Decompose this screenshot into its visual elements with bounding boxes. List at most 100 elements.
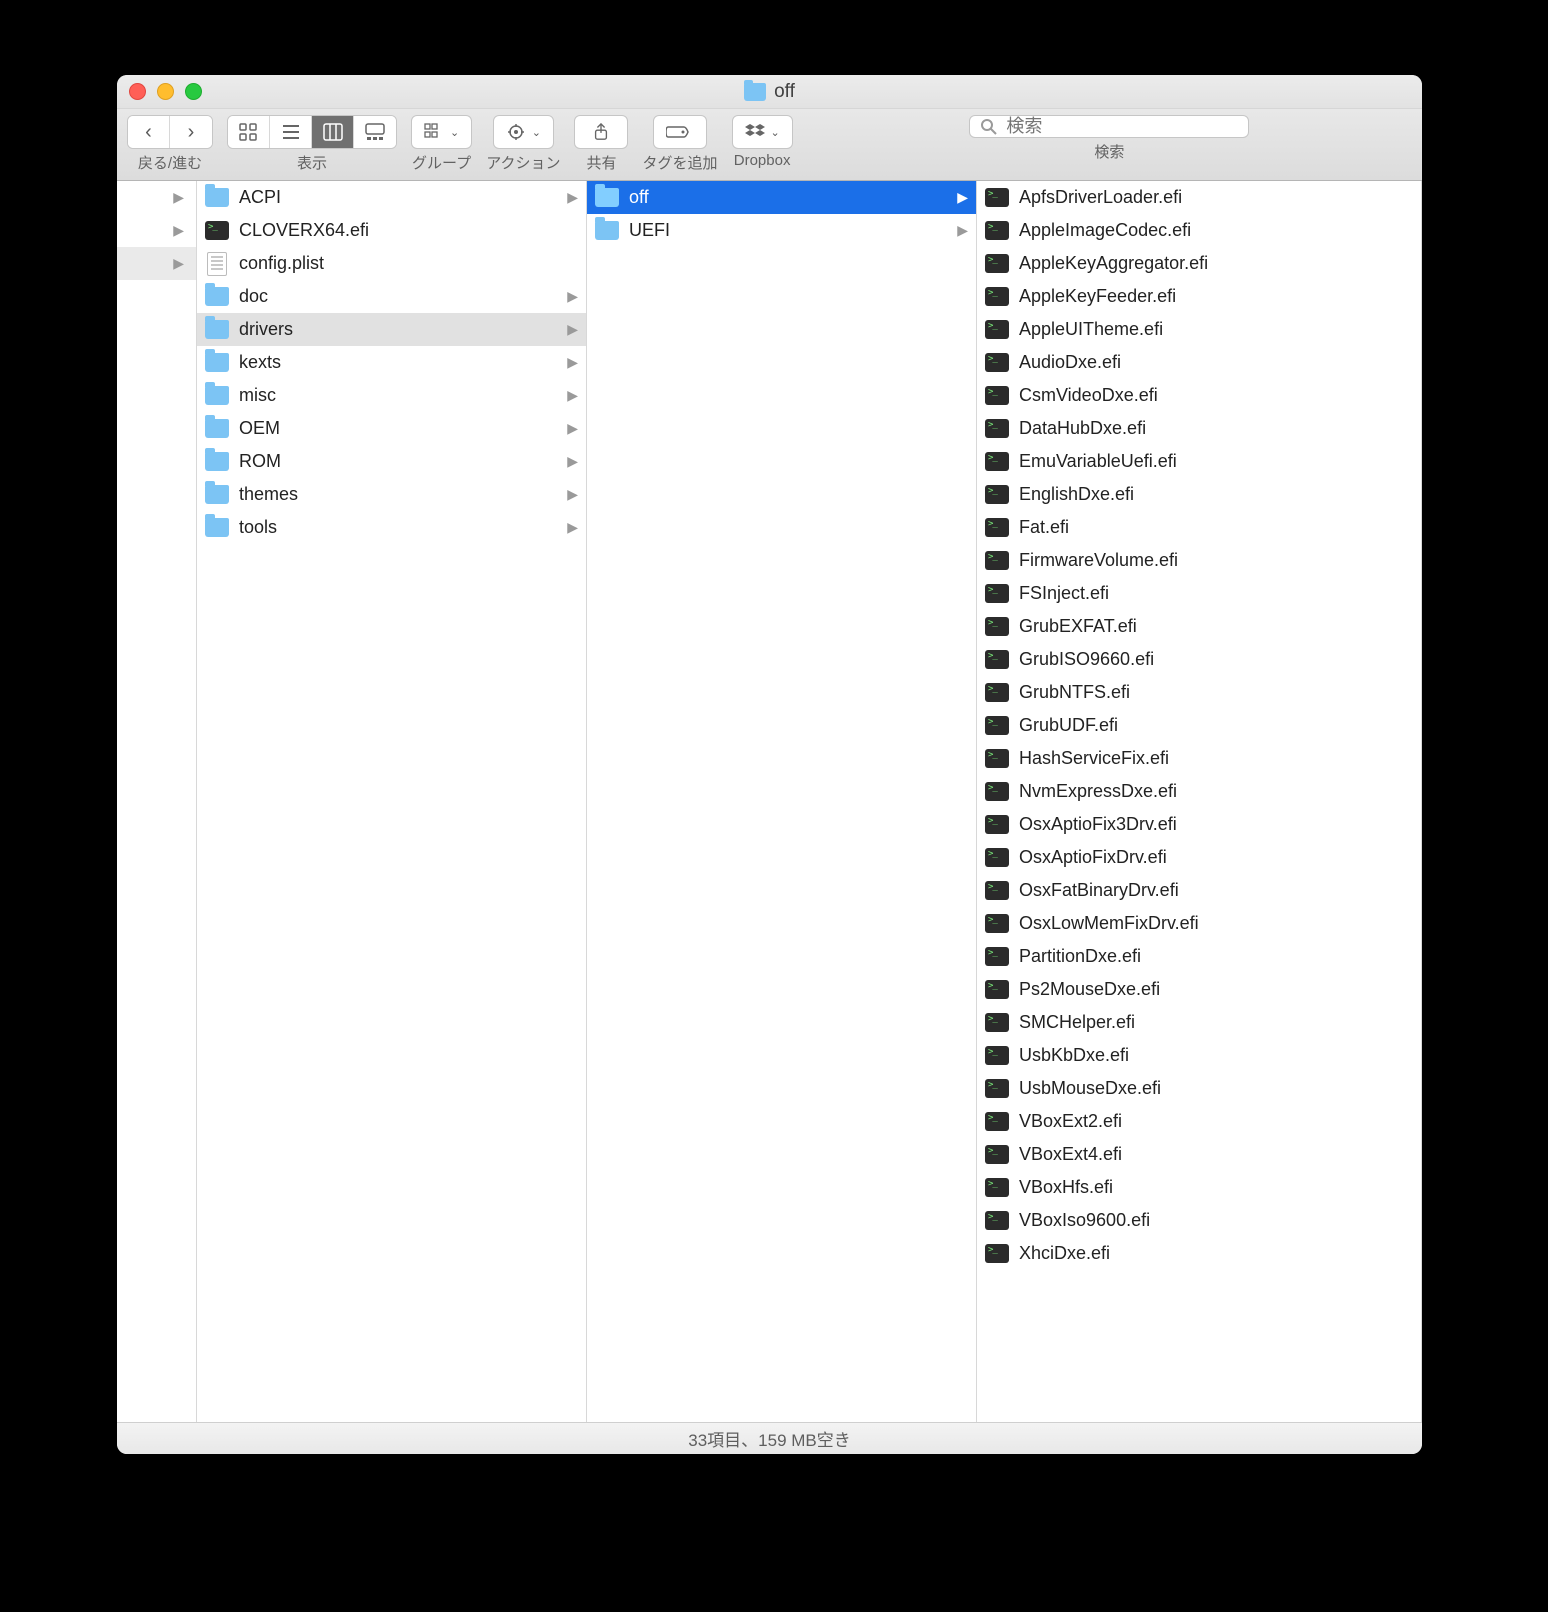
file-row[interactable]: AppleImageCodec.efi — [977, 214, 1421, 247]
file-label: GrubNTFS.efi — [1019, 682, 1130, 703]
file-row[interactable]: SMCHelper.efi — [977, 1006, 1421, 1039]
file-label: misc — [239, 385, 276, 406]
file-label: UEFI — [629, 220, 670, 241]
file-row[interactable]: AudioDxe.efi — [977, 346, 1421, 379]
search-label: 検索 — [1094, 141, 1124, 162]
file-row[interactable]: CsmVideoDxe.efi — [977, 379, 1421, 412]
view-columns-button[interactable] — [312, 116, 354, 148]
file-row[interactable]: VBoxHfs.efi — [977, 1171, 1421, 1204]
parent-row[interactable]: ▶ — [117, 181, 196, 214]
file-row[interactable]: AppleKeyAggregator.efi — [977, 247, 1421, 280]
file-row[interactable]: DataHubDxe.efi — [977, 412, 1421, 445]
file-row[interactable]: GrubISO9660.efi — [977, 643, 1421, 676]
file-label: ACPI — [239, 187, 281, 208]
file-row[interactable]: ACPI▶ — [197, 181, 586, 214]
file-row[interactable]: ROM▶ — [197, 445, 586, 478]
file-row[interactable]: FSInject.efi — [977, 577, 1421, 610]
file-row[interactable]: UsbKbDxe.efi — [977, 1039, 1421, 1072]
file-row[interactable]: Ps2MouseDxe.efi — [977, 973, 1421, 1006]
file-row[interactable]: NvmExpressDxe.efi — [977, 775, 1421, 808]
minimize-button[interactable] — [157, 83, 174, 100]
file-row[interactable]: AppleUITheme.efi — [977, 313, 1421, 346]
back-button[interactable]: ‹ — [128, 116, 170, 148]
file-label: EnglishDxe.efi — [1019, 484, 1134, 505]
action-group: ⌄ アクション — [486, 115, 560, 173]
share-button[interactable] — [574, 115, 628, 149]
file-row[interactable]: XhciDxe.efi — [977, 1237, 1421, 1270]
file-row[interactable]: tools▶ — [197, 511, 586, 544]
file-label: Ps2MouseDxe.efi — [1019, 979, 1160, 1000]
file-row[interactable]: themes▶ — [197, 478, 586, 511]
file-row[interactable]: drivers▶ — [197, 313, 586, 346]
parent-row[interactable]: ▶ — [117, 214, 196, 247]
column-0[interactable]: ▶▶▶ — [117, 181, 197, 1422]
file-row[interactable]: HashServiceFix.efi — [977, 742, 1421, 775]
file-label: OsxAptioFix3Drv.efi — [1019, 814, 1177, 835]
file-row[interactable]: doc▶ — [197, 280, 586, 313]
file-row[interactable]: UsbMouseDxe.efi — [977, 1072, 1421, 1105]
column-3[interactable]: ApfsDriverLoader.efiAppleImageCodec.efiA… — [977, 181, 1422, 1422]
view-icons-button[interactable] — [228, 116, 270, 148]
forward-button[interactable]: › — [170, 116, 212, 148]
file-row[interactable]: PartitionDxe.efi — [977, 940, 1421, 973]
file-label: SMCHelper.efi — [1019, 1012, 1135, 1033]
status-bar: 33項目、159 MB空き — [117, 1422, 1422, 1454]
file-row[interactable]: GrubUDF.efi — [977, 709, 1421, 742]
maximize-button[interactable] — [185, 83, 202, 100]
file-row[interactable]: VBoxExt4.efi — [977, 1138, 1421, 1171]
dropbox-button[interactable]: ⌄ — [732, 115, 793, 149]
file-row[interactable]: OsxLowMemFixDrv.efi — [977, 907, 1421, 940]
file-label: CsmVideoDxe.efi — [1019, 385, 1158, 406]
file-label: ApfsDriverLoader.efi — [1019, 187, 1182, 208]
view-gallery-button[interactable] — [354, 116, 396, 148]
file-row[interactable]: Fat.efi — [977, 511, 1421, 544]
file-row[interactable]: OsxAptioFix3Drv.efi — [977, 808, 1421, 841]
group-button[interactable]: ⌄ — [411, 115, 472, 149]
file-row[interactable]: kexts▶ — [197, 346, 586, 379]
file-label: AudioDxe.efi — [1019, 352, 1121, 373]
file-row[interactable]: OEM▶ — [197, 412, 586, 445]
file-row[interactable]: CLOVERX64.efi — [197, 214, 586, 247]
exec-icon — [985, 1178, 1009, 1197]
file-row[interactable]: UEFI▶ — [587, 214, 976, 247]
view-list-button[interactable] — [270, 116, 312, 148]
column-1[interactable]: ACPI▶CLOVERX64.eficonfig.plistdoc▶driver… — [197, 181, 587, 1422]
file-row[interactable]: ApfsDriverLoader.efi — [977, 181, 1421, 214]
file-row[interactable]: OsxFatBinaryDrv.efi — [977, 874, 1421, 907]
close-button[interactable] — [129, 83, 146, 100]
file-row[interactable]: OsxAptioFixDrv.efi — [977, 841, 1421, 874]
file-row[interactable]: VBoxExt2.efi — [977, 1105, 1421, 1138]
file-row[interactable]: GrubEXFAT.efi — [977, 610, 1421, 643]
exec-icon — [985, 1046, 1009, 1065]
file-label: PartitionDxe.efi — [1019, 946, 1141, 967]
file-row[interactable]: EnglishDxe.efi — [977, 478, 1421, 511]
folder-icon — [205, 452, 229, 471]
exec-icon — [985, 683, 1009, 702]
file-row[interactable]: EmuVariableUefi.efi — [977, 445, 1421, 478]
search-input[interactable] — [1006, 116, 1238, 137]
exec-icon — [985, 1211, 1009, 1230]
file-row[interactable]: misc▶ — [197, 379, 586, 412]
folder-icon — [744, 83, 766, 101]
exec-icon — [985, 518, 1009, 537]
chevron-down-icon: ⌄ — [771, 126, 780, 139]
file-row[interactable]: FirmwareVolume.efi — [977, 544, 1421, 577]
file-row[interactable]: config.plist — [197, 247, 586, 280]
file-label: VBoxExt2.efi — [1019, 1111, 1122, 1132]
file-row[interactable]: VBoxIso9600.efi — [977, 1204, 1421, 1237]
exec-icon — [985, 452, 1009, 471]
file-label: ROM — [239, 451, 281, 472]
file-row[interactable]: GrubNTFS.efi — [977, 676, 1421, 709]
parent-row[interactable]: ▶ — [117, 247, 196, 280]
tag-button[interactable] — [653, 115, 707, 149]
exec-icon — [985, 584, 1009, 603]
action-button[interactable]: ⌄ — [493, 115, 554, 149]
file-label: themes — [239, 484, 298, 505]
file-row[interactable]: off▶ — [587, 181, 976, 214]
file-row[interactable]: AppleKeyFeeder.efi — [977, 280, 1421, 313]
search-field[interactable] — [969, 115, 1249, 138]
column-2[interactable]: off▶UEFI▶ — [587, 181, 977, 1422]
file-label: AppleKeyFeeder.efi — [1019, 286, 1176, 307]
nav-label: 戻る/進む — [138, 152, 202, 173]
file-label: doc — [239, 286, 268, 307]
